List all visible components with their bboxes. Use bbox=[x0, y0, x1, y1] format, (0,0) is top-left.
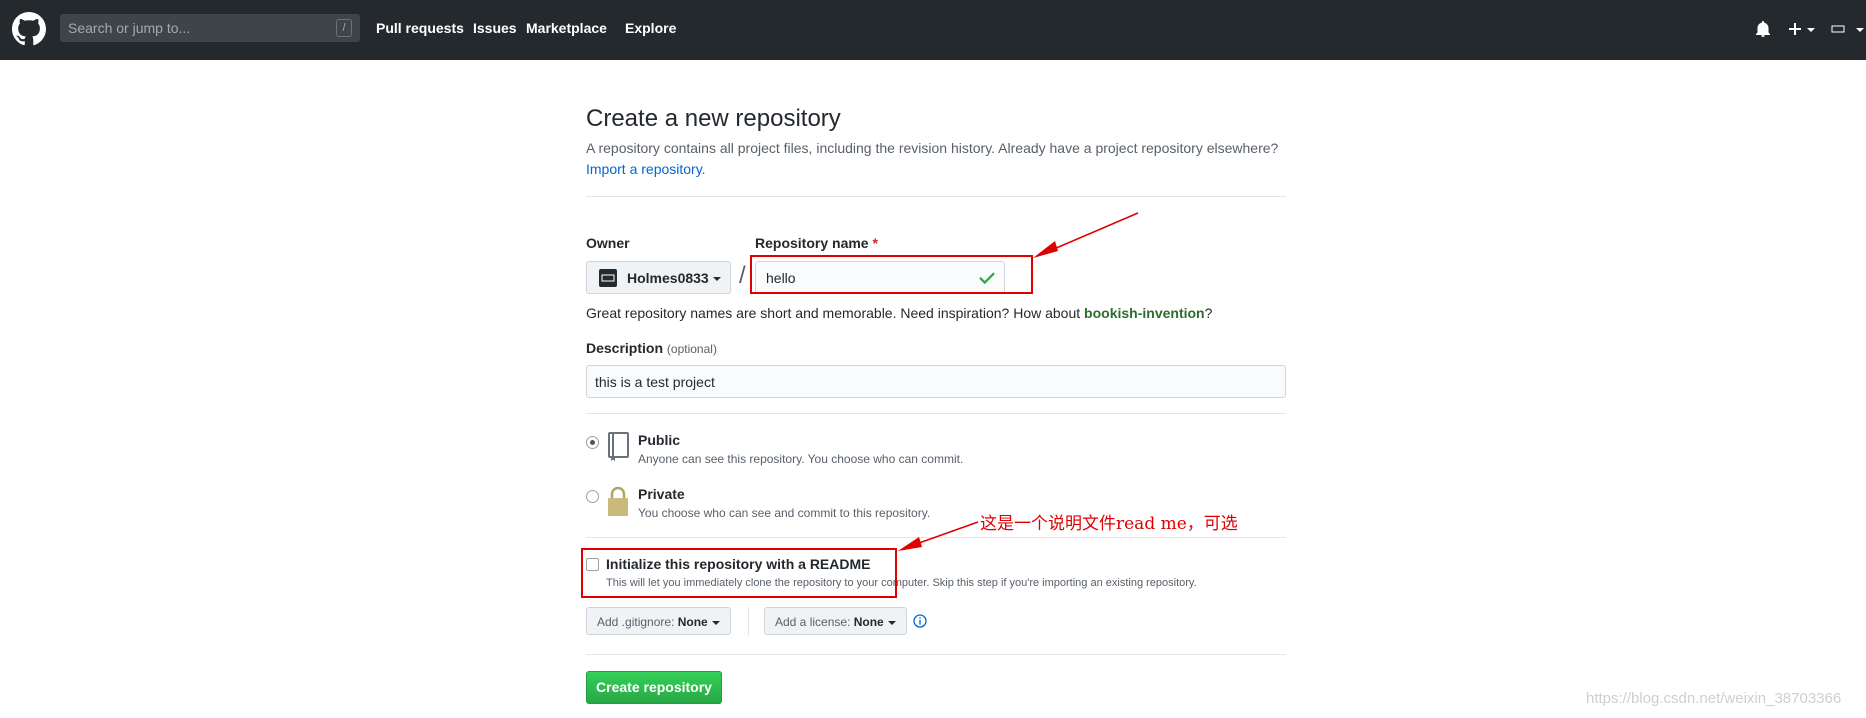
bell-icon[interactable] bbox=[1756, 21, 1770, 37]
divider bbox=[586, 654, 1286, 655]
owner-repo-separator: / bbox=[739, 262, 746, 289]
user-dropdown-caret[interactable] bbox=[1856, 28, 1864, 32]
user-avatar-icon[interactable] bbox=[1831, 22, 1845, 36]
annotation-arrows bbox=[898, 212, 1139, 551]
nav-issues[interactable]: Issues bbox=[473, 20, 517, 36]
public-title: Public bbox=[638, 432, 681, 448]
divider bbox=[586, 413, 1286, 414]
description-input[interactable]: this is a test project bbox=[586, 365, 1286, 398]
owner-name: Holmes0833 bbox=[627, 270, 721, 286]
annotation-note: 这是一个说明文件read me，可选 bbox=[980, 514, 1238, 534]
import-link-period: . bbox=[701, 161, 706, 177]
optional-note: (optional) bbox=[666, 342, 717, 356]
gitignore-label: Add .gitignore: bbox=[597, 615, 675, 629]
lock-icon bbox=[608, 486, 628, 516]
description-label-text: Description bbox=[586, 340, 664, 356]
hint-suffix: ? bbox=[1204, 305, 1213, 321]
github-logo-icon[interactable] bbox=[12, 12, 46, 46]
info-icon[interactable] bbox=[913, 614, 927, 628]
license-caret-icon bbox=[887, 620, 896, 625]
nav-pull-requests[interactable]: Pull requests bbox=[376, 20, 464, 36]
watermark: https://blog.csdn.net/weixin_38703366 bbox=[1586, 690, 1842, 707]
divider bbox=[586, 537, 1286, 538]
search-shortcut-key: / bbox=[336, 19, 352, 37]
search-placeholder: Search or jump to... bbox=[68, 20, 191, 36]
license-select-button[interactable]: Add a license: None bbox=[764, 607, 907, 635]
license-label: Add a license: bbox=[775, 615, 851, 629]
owner-caret-icon bbox=[712, 277, 721, 282]
private-title: Private bbox=[638, 486, 685, 502]
annotation-box-repo-name bbox=[750, 255, 1033, 294]
page-title: Create a new repository bbox=[586, 105, 841, 132]
repo-name-label: Repository name * bbox=[755, 235, 878, 251]
repo-name-label-text: Repository name bbox=[755, 235, 869, 251]
public-description: Anyone can see this repository. You choo… bbox=[638, 452, 964, 466]
public-radio[interactable] bbox=[586, 436, 599, 449]
nav-explore[interactable]: Explore bbox=[625, 20, 676, 36]
hint-text: Great repository names are short and mem… bbox=[586, 305, 1085, 321]
gitignore-caret-icon bbox=[711, 620, 720, 625]
repo-name-hint: Great repository names are short and mem… bbox=[586, 305, 1212, 321]
plus-icon[interactable] bbox=[1787, 21, 1803, 37]
license-value: None bbox=[853, 615, 884, 629]
button-separator bbox=[748, 607, 749, 635]
name-suggestion[interactable]: bookish-invention bbox=[1084, 305, 1205, 321]
owner-select-button[interactable]: Holmes0833 bbox=[586, 261, 731, 294]
description-label: Description (optional) bbox=[586, 340, 717, 356]
gitignore-value: None bbox=[677, 615, 708, 629]
page-subtitle: A repository contains all project files,… bbox=[586, 140, 1279, 156]
top-navigation-bar: Search or jump to... / Pull requests Iss… bbox=[0, 0, 1866, 60]
search-input[interactable]: Search or jump to... / bbox=[60, 14, 360, 42]
annotation-box-readme bbox=[581, 548, 897, 598]
required-mark: * bbox=[872, 235, 878, 251]
private-radio[interactable] bbox=[586, 490, 599, 503]
owner-label: Owner bbox=[586, 235, 630, 251]
owner-avatar bbox=[599, 269, 617, 287]
import-repository-link-row: Import a repository. bbox=[586, 161, 706, 177]
plus-dropdown-caret[interactable] bbox=[1807, 28, 1815, 32]
import-repository-link[interactable]: Import a repository bbox=[586, 161, 702, 177]
private-description: You choose who can see and commit to thi… bbox=[638, 506, 931, 520]
create-repository-button[interactable]: Create repository bbox=[586, 671, 722, 704]
repo-book-icon bbox=[608, 432, 629, 461]
divider bbox=[586, 196, 1286, 197]
gitignore-select-button[interactable]: Add .gitignore: None bbox=[586, 607, 731, 635]
nav-marketplace[interactable]: Marketplace bbox=[526, 20, 607, 36]
